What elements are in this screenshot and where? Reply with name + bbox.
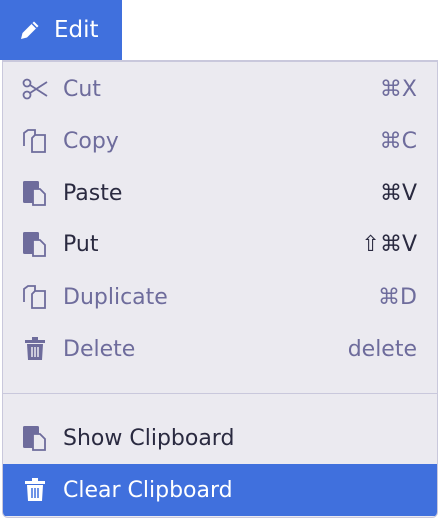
menu-divider [3,393,437,394]
menu-item-label: Show Clipboard [63,425,235,451]
menu-item-label: Copy [63,128,119,154]
copy-icon [21,127,49,155]
shortcut: delete [347,336,417,362]
scissors-icon [21,75,49,103]
menu-item-show-clipboard[interactable]: Show Clipboard [3,412,437,464]
menu-item-label: Cut [63,76,101,102]
menu-item-label: Clear Clipboard [63,477,233,503]
trash-icon [21,476,49,504]
menu-item-duplicate[interactable]: Duplicate ⌘D [3,271,437,323]
shortcut: ⌘C [379,128,417,154]
trash-icon [21,335,49,363]
menu-item-copy[interactable]: Copy ⌘C [3,115,437,167]
copy-icon [21,283,49,311]
edit-menu-button[interactable]: Edit [0,0,122,60]
menu-item-label: Paste [63,180,123,206]
paste-icon [21,424,49,452]
shortcut: ⇧⌘V [361,231,417,257]
menu-item-cut[interactable]: Cut ⌘X [3,63,437,115]
paste-icon [21,230,49,258]
edit-menu-label: Edit [54,17,99,43]
menu-item-clear-clipboard[interactable]: Clear Clipboard [3,464,437,516]
paste-icon [21,179,49,207]
shortcut: ⌘X [379,76,417,102]
shortcut: ⌘D [378,284,417,310]
menu-item-label: Duplicate [63,284,168,310]
shortcut: ⌘V [379,180,417,206]
menu-item-label: Put [63,231,99,257]
edit-dropdown-menu: Cut ⌘X Copy ⌘C Paste ⌘V Put ⇧⌘V Duplicate ⌘D … [2,60,438,518]
pencil-icon [21,21,39,39]
menu-item-put[interactable]: Put ⇧⌘V [3,218,437,270]
menu-item-label: Delete [63,336,136,362]
menu-item-delete[interactable]: Delete delete [3,323,437,375]
menu-item-paste[interactable]: Paste ⌘V [3,167,437,219]
